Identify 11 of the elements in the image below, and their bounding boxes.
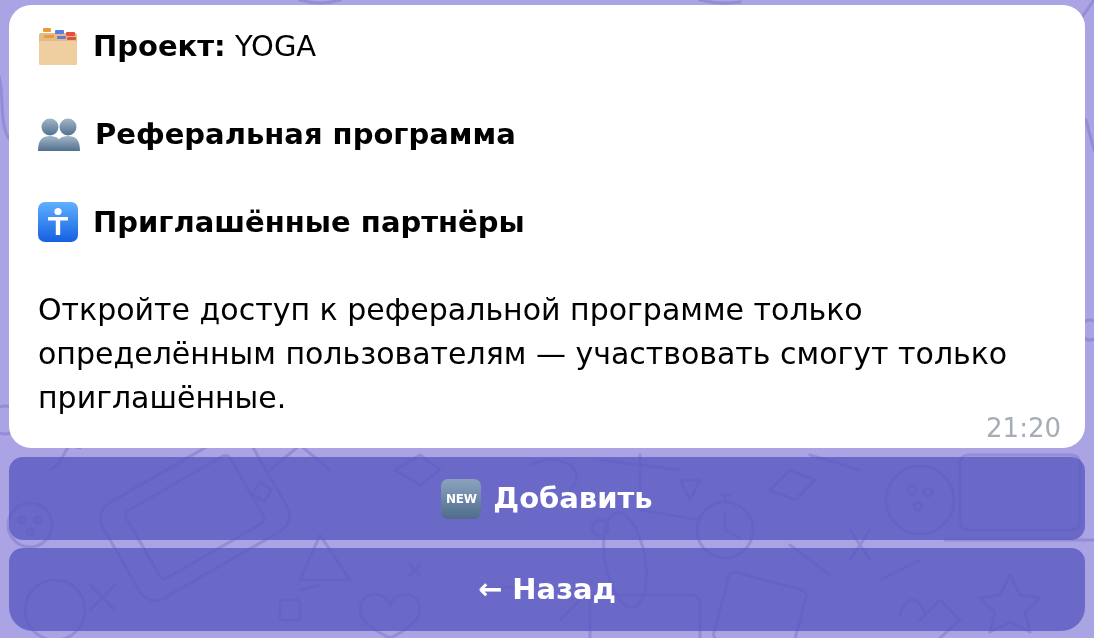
card-file-box-icon [38, 26, 78, 66]
section-title: Реферальная программа [95, 116, 516, 153]
message-time: 21:20 [986, 416, 1061, 440]
subsection-title: Приглашённые партнёры [93, 204, 525, 241]
two-busts-icon [38, 117, 80, 151]
new-tag: NEW [441, 478, 482, 519]
project-title: Проект: YOGA [93, 28, 317, 65]
message-text: Откройте доступ к реферальной программе только определённым пользователям — участвовать смогут только приглашённые. [38, 292, 1008, 415]
add-button[interactable]: NEW Добавить [9, 457, 1085, 540]
back-button[interactable]: ← Назад [9, 548, 1085, 631]
info-icon [38, 202, 78, 242]
